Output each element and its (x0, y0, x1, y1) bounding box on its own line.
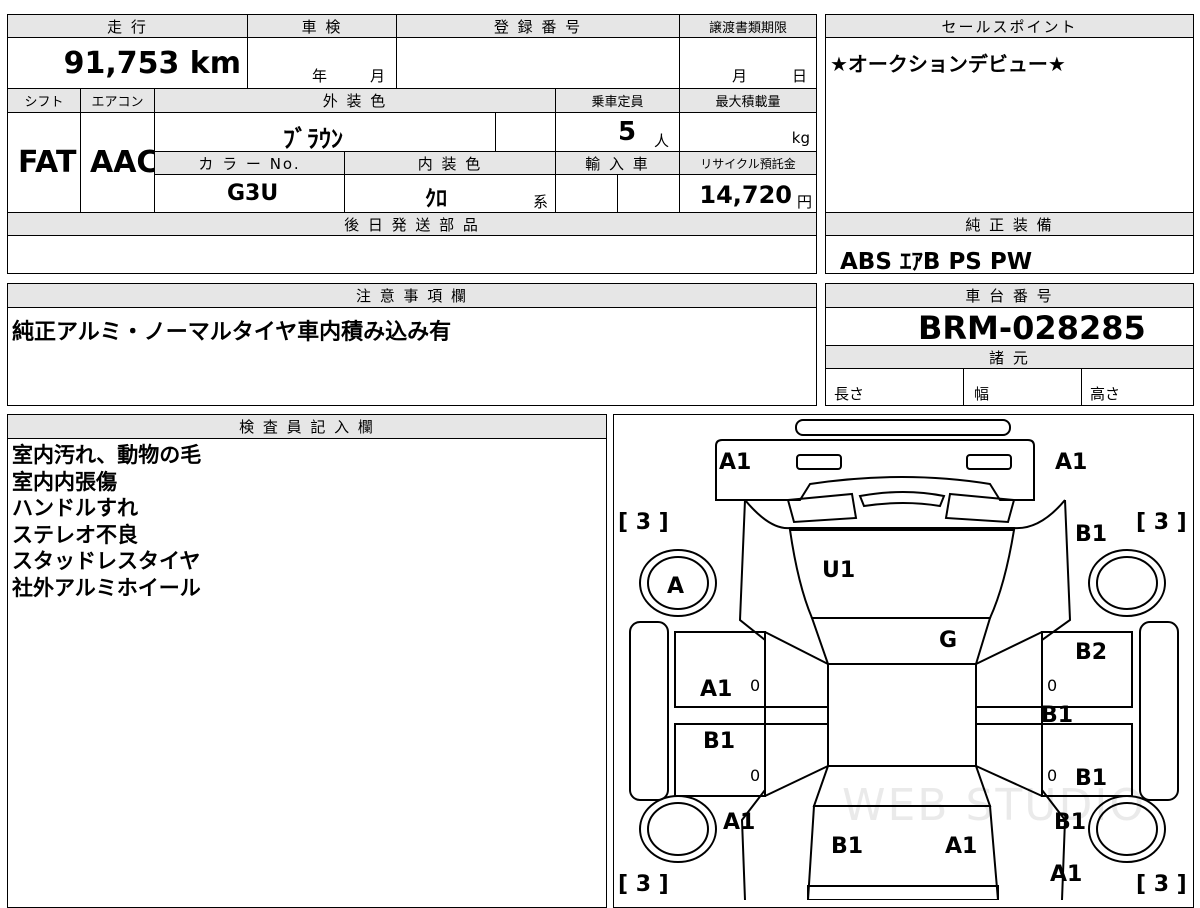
mark-tire-fl: [ 3 ] (618, 510, 669, 535)
mark-tire-rr: [ 3 ] (1136, 872, 1187, 897)
chassis-cell: BRM-028285 (825, 307, 1194, 347)
import-cell-a (555, 174, 618, 213)
mileage-cell: 91,753 km (7, 37, 248, 89)
mark-front-door-left-zero: 0 (750, 676, 761, 695)
genuine-equipment-header: 純 正 装 備 (825, 212, 1194, 236)
genuine-equipment-cell: ABS ｴｱB PS PW (825, 235, 1194, 275)
mark-rear-right: A1 (945, 834, 978, 859)
inspector-lines: 室内汚れ、動物の毛 室内内張傷 ハンドルすれ ステレオ不良 スタッドレスタイヤ … (12, 442, 201, 601)
inspector-cell: 室内汚れ、動物の毛 室内内張傷 ハンドルすれ ステレオ不良 スタッドレスタイヤ … (7, 438, 607, 908)
mark-tire-fr: [ 3 ] (1136, 510, 1187, 535)
mark-windshield: U1 (822, 558, 856, 583)
color-no-header: カ ラ ー No. (154, 151, 345, 175)
ac-value: AAC (90, 145, 159, 180)
genuine-equipment-value: ABS ｴｱB PS PW (840, 249, 1033, 275)
inspector-line: 社外アルミホイール (12, 575, 201, 600)
registration-header: 登 録 番 号 (396, 14, 680, 38)
mark-front-wheel-left: A (667, 574, 685, 599)
import-header: 輸 入 車 (555, 151, 680, 175)
later-parts-cell (7, 235, 817, 274)
inspector-line: 室内汚れ、動物の毛 (12, 443, 202, 467)
inspector-header: 検 査 員 記 入 欄 (7, 414, 607, 439)
mark-rear-fender-left: A1 (723, 810, 756, 835)
mark-rear-left: B1 (831, 834, 864, 859)
spec-height-label: 高さ (1090, 385, 1121, 403)
mark-tire-rl: [ 3 ] (618, 872, 669, 897)
capacity-cell: 5 人 (555, 112, 680, 152)
inspection-month-unit: 月 (370, 67, 386, 85)
interior-color-suffix: 系 (533, 193, 549, 211)
inspection-header: 車 検 (247, 14, 397, 38)
selling-points-header: セールスポイント (825, 14, 1194, 38)
max-load-unit: kg (791, 129, 810, 147)
mark-rear-door-left: B1 (703, 729, 736, 754)
mark-rocker-right: B1 (1041, 703, 1074, 728)
capacity-value: 5 (618, 117, 637, 147)
max-load-cell: kg (679, 112, 817, 152)
mark-rear-bumper-right: A1 (1050, 862, 1083, 887)
mark-rear-door-right-zero: 0 (1047, 766, 1058, 785)
recycle-cell: 14,720 円 (679, 174, 817, 213)
transfer-day-unit: 日 (792, 67, 808, 85)
exterior-color-value: ﾌﾞﾗｳﾝ (283, 125, 343, 153)
spec-width-cell: 幅 (963, 368, 1082, 406)
mark-front-door-right-zero: 0 (1047, 676, 1058, 695)
transfer-deadline-cell: 月 日 (679, 37, 817, 89)
mileage-value: 91,753 km (63, 46, 241, 81)
inspector-line: ステレオ不良 (12, 522, 138, 547)
exterior-color-cell: ﾌﾞﾗｳﾝ (154, 112, 496, 153)
registration-cell (396, 37, 680, 89)
mark-hood-right: A1 (1055, 450, 1088, 475)
color-no-value: G3U (227, 181, 279, 206)
interior-color-cell: ｸﾛ 系 (344, 174, 556, 213)
interior-color-header: 内 装 色 (344, 151, 556, 175)
shift-value: FAT (18, 145, 77, 180)
mark-front-door-right: B2 (1075, 640, 1108, 665)
transfer-month-unit: 月 (732, 67, 748, 85)
mark-rear-door-right: B1 (1075, 766, 1108, 791)
recycle-header: リサイクル預託金 (679, 151, 817, 175)
notes-cell: 純正アルミ・ノーマルタイヤ車内積み込み有 (7, 307, 817, 406)
capacity-header: 乗車定員 (555, 88, 680, 113)
notes-header: 注 意 事 項 欄 (7, 283, 817, 308)
import-cell-b (617, 174, 680, 213)
spec-length-label: 長さ (834, 385, 865, 403)
mark-roof: G (939, 628, 958, 653)
color-no-cell: G3U (154, 174, 345, 213)
inspector-line: ハンドルすれ (12, 496, 138, 520)
mileage-header: 走 行 (7, 14, 248, 38)
shift-cell: FAT (7, 112, 81, 213)
selling-points-text: ★オークションデビュー★ (830, 52, 1066, 76)
selling-points-cell: ★オークションデビュー★ (825, 37, 1194, 213)
specs-header: 諸 元 (825, 345, 1194, 369)
exterior-color-header: 外 装 色 (154, 88, 556, 113)
notes-text: 純正アルミ・ノーマルタイヤ車内積み込み有 (12, 320, 452, 345)
max-load-header: 最大積載量 (679, 88, 817, 113)
chassis-header: 車 台 番 号 (825, 283, 1194, 308)
later-parts-header: 後 日 発 送 部 品 (7, 212, 817, 236)
mark-hood-left: A1 (719, 450, 752, 475)
mark-rear-door-left-zero: 0 (750, 766, 761, 785)
interior-color-value: ｸﾛ (425, 187, 448, 212)
spec-width-label: 幅 (974, 385, 990, 403)
inspection-cell: 年 月 (247, 37, 397, 89)
inspector-line: 室内内張傷 (12, 469, 117, 494)
spec-height-cell: 高さ (1081, 368, 1194, 406)
mark-front-door-left: A1 (700, 677, 733, 702)
inspector-line: スタッドレスタイヤ (12, 549, 201, 573)
capacity-unit: 人 (654, 132, 670, 150)
chassis-value: BRM-028285 (918, 309, 1146, 347)
mark-fender-right: B1 (1075, 522, 1108, 547)
mark-rear-fender-right: B1 (1054, 810, 1087, 835)
recycle-unit: 円 (796, 193, 812, 211)
recycle-value: 14,720 (699, 181, 792, 209)
exterior-color-extra-cell (495, 112, 556, 152)
ac-cell: AAC (80, 112, 159, 213)
ac-header: エアコン (80, 88, 155, 113)
inspection-year-unit: 年 (312, 67, 328, 85)
shift-header: シフト (7, 88, 81, 113)
transfer-deadline-header: 譲渡書類期限 (679, 14, 817, 38)
spec-length-cell: 長さ (825, 368, 964, 406)
